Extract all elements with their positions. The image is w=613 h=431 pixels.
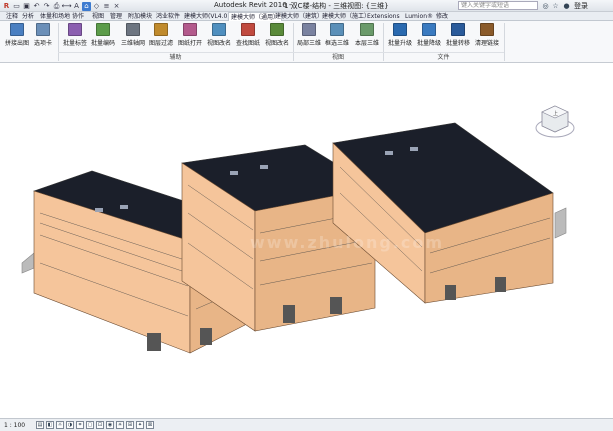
- layer-filter-icon: [154, 23, 168, 36]
- tab-bim-master-arch[interactable]: 建模大师（建筑）: [275, 12, 323, 21]
- view-rename-button[interactable]: 视图改名: [204, 23, 234, 51]
- batch-transfer-icon: [451, 23, 465, 36]
- tab-modify[interactable]: 修改: [436, 12, 448, 21]
- batch-downgrade-button[interactable]: 批量降级: [414, 23, 444, 51]
- floor-3d-button[interactable]: 本层三维: [352, 23, 382, 51]
- analytical-model-icon[interactable]: ⊞: [126, 421, 134, 429]
- search-input[interactable]: 键入关键字或短语: [458, 1, 538, 10]
- tab-manage[interactable]: 管理: [110, 12, 122, 21]
- tab-annotate[interactable]: 注释: [6, 12, 18, 21]
- login-label[interactable]: 登录: [574, 1, 588, 11]
- find-sheet-icon: [241, 23, 255, 36]
- quick-access-toolbar: R ▭ ▣ ↶ ↷ ⎙ ⟷ A ⌂ ◇ ≡ ×: [2, 1, 122, 11]
- redo-icon[interactable]: ↷: [42, 2, 51, 11]
- sun-path-icon[interactable]: ☼: [56, 421, 64, 429]
- layer-filter-button[interactable]: 图层过滤: [146, 23, 176, 51]
- shadows-icon[interactable]: ◑: [66, 421, 74, 429]
- batch-upgrade-button[interactable]: 批量升级: [385, 23, 415, 51]
- batch-code-button[interactable]: 批量编码: [88, 23, 118, 51]
- tabs-button[interactable]: 选项卡: [28, 23, 58, 51]
- 3d-grid-icon: [126, 23, 140, 36]
- crop-icon[interactable]: ⌗: [76, 421, 84, 429]
- reveal-hidden-icon[interactable]: ☀: [116, 421, 124, 429]
- sheet-open-icon: [183, 23, 197, 36]
- tab-bim-master-vl[interactable]: 建模大师(VL4.0): [184, 12, 230, 21]
- open-icon[interactable]: ▭: [12, 2, 21, 11]
- user-icon[interactable]: ●: [562, 1, 571, 10]
- clean-link-icon: [480, 23, 494, 36]
- 3d-grid-button[interactable]: 三维轴网: [118, 23, 148, 51]
- clean-link-button[interactable]: 清理链接: [472, 23, 502, 51]
- panel-separator: [504, 23, 505, 61]
- tab-bim-master-construction[interactable]: 建模大师（施工）: [322, 12, 370, 21]
- star-icon[interactable]: ☆: [551, 1, 560, 10]
- batch-transfer-button[interactable]: 批量转移: [443, 23, 473, 51]
- find-sheet-button[interactable]: 查找图纸: [233, 23, 263, 51]
- viewcube-face-label: 上: [553, 110, 558, 117]
- unlock-3d-icon[interactable]: ⊡: [96, 421, 104, 429]
- app-title: Autodesk Revit 2016 -: [214, 1, 292, 9]
- ribbon-tab-row: 注释 分析 体量和场地 协作 视图 管理 附加模块 鸿业软件 建模大师(VL4.…: [0, 12, 613, 22]
- save-icon[interactable]: ▣: [22, 2, 31, 11]
- ribbon-panel: 拼接出图 选项卡 批量标签 批量编码 三维轴网 图层过滤 图纸打开 视图改名 查…: [0, 21, 613, 63]
- show-crop-icon[interactable]: ▢: [86, 421, 94, 429]
- panel-label-view: 视图: [293, 52, 383, 61]
- measure-icon[interactable]: ⟷: [61, 2, 71, 11]
- tab-analyze[interactable]: 分析: [22, 12, 34, 21]
- panel-label-assist: 辅助: [58, 52, 293, 61]
- tab-extensions[interactable]: Extensions: [367, 12, 400, 21]
- box-3d-button[interactable]: 框选三维: [322, 23, 352, 51]
- view-rename-icon: [212, 23, 226, 36]
- revit-logo-icon[interactable]: R: [2, 2, 11, 11]
- print-icon[interactable]: ⎙: [52, 2, 61, 11]
- tab-view[interactable]: 视图: [92, 12, 104, 21]
- batch-downgrade-icon: [422, 23, 436, 36]
- building-3d-model: [21, 122, 567, 354]
- tile-sheet-icon: [10, 23, 24, 36]
- section-icon[interactable]: ◇: [92, 2, 101, 11]
- panel-label-file: 文件: [383, 52, 504, 61]
- thin-lines-icon[interactable]: ≡: [102, 2, 111, 11]
- 3d-view-icon[interactable]: ⌂: [82, 1, 91, 11]
- tab-lumion[interactable]: Lumion®: [405, 12, 433, 21]
- binoculars-icon[interactable]: ◎: [541, 1, 550, 10]
- temp-hide-icon[interactable]: ◉: [106, 421, 114, 429]
- undo-icon[interactable]: ↶: [32, 2, 41, 11]
- tab-hongye[interactable]: 鸿业软件: [156, 12, 180, 21]
- file-title: 1 双C楼-结构 - 三维视图: {三维}: [284, 2, 389, 10]
- constraints-icon[interactable]: ⊠: [146, 421, 154, 429]
- local-3d-icon: [302, 23, 316, 36]
- detail-level-icon[interactable]: ▤: [36, 421, 44, 429]
- batch-upgrade-icon: [393, 23, 407, 36]
- sheet-open-button[interactable]: 图纸打开: [175, 23, 205, 51]
- tab-massing-site[interactable]: 体量和场地: [40, 12, 70, 21]
- scale-label[interactable]: 1 : 100: [4, 422, 25, 429]
- view-control-bar: 1 : 100 ▤ ◧ ☼ ◑ ⌗ ▢ ⊡ ◉ ☀ ⊞ ✦ ⊠: [0, 418, 613, 431]
- tabs-icon: [36, 23, 50, 36]
- title-bar: R ▭ ▣ ↶ ↷ ⎙ ⟷ A ⌂ ◇ ≡ × Autodesk Revit 2…: [0, 0, 613, 12]
- tab-collaborate[interactable]: 协作: [72, 12, 84, 21]
- view-rename-button-2[interactable]: 视图改名: [262, 23, 292, 51]
- text-icon[interactable]: A: [72, 2, 81, 11]
- tab-addins[interactable]: 附加模块: [128, 12, 152, 21]
- box-3d-icon: [330, 23, 344, 36]
- highlight-icon[interactable]: ✦: [136, 421, 144, 429]
- visual-style-icon[interactable]: ◧: [46, 421, 54, 429]
- view-rename-icon-2: [270, 23, 284, 36]
- close-icon[interactable]: ×: [112, 2, 121, 11]
- viewcube-icon[interactable]: 上: [534, 100, 576, 142]
- batch-tag-icon: [68, 23, 82, 36]
- local-3d-button[interactable]: 局部三维: [294, 23, 324, 51]
- revit-window: R ▭ ▣ ↶ ↷ ⎙ ⟷ A ⌂ ◇ ≡ × Autodesk Revit 2…: [0, 0, 613, 431]
- batch-code-icon: [96, 23, 110, 36]
- batch-tag-button[interactable]: 批量标签: [60, 23, 90, 51]
- floor-3d-icon: [360, 23, 374, 36]
- 3d-view-canvas[interactable]: www.zhulong.com 上: [0, 63, 613, 418]
